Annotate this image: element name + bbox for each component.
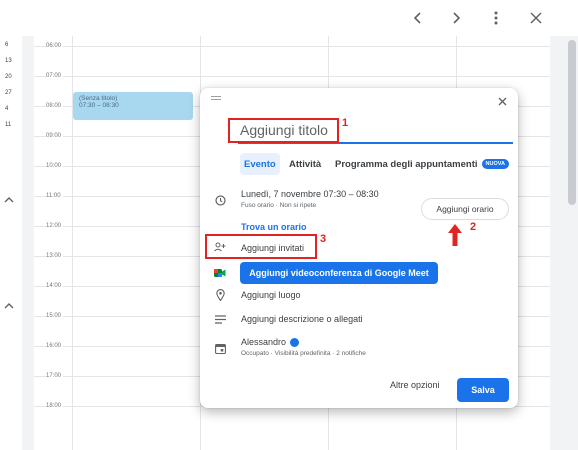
event-chip[interactable]: (Senza titolo) 07:30 – 08:30 — [73, 92, 193, 120]
add-time-button[interactable]: Aggiungi orario — [421, 198, 509, 220]
hour-label: 18:00 — [46, 403, 64, 409]
hour-label: 14:00 — [46, 283, 64, 289]
annotation-number-1: 1 — [342, 117, 349, 129]
annotation-arrow-up-icon — [448, 224, 462, 251]
chevron-up-icon[interactable] — [4, 296, 14, 314]
chevron-left-icon[interactable] — [404, 4, 432, 32]
location-pin-icon — [214, 289, 226, 301]
hour-row: 06:00 — [34, 43, 550, 76]
tab-label: Attività — [289, 158, 322, 170]
hour-label: 13:00 — [46, 253, 64, 259]
hour-label: 09:00 — [46, 133, 64, 139]
tab-evento[interactable]: Evento — [240, 153, 280, 175]
hour-label: 15:00 — [46, 313, 64, 319]
event-chip-title: (Senza titolo) — [79, 95, 118, 102]
clock-icon — [214, 194, 226, 206]
dialog-close-icon[interactable] — [494, 93, 510, 109]
hour-label: 10:00 — [46, 163, 64, 169]
hour-label: 12:00 — [46, 223, 64, 229]
mini-calendar-strip: 6 13 20 27 4 11 — [0, 36, 22, 450]
hour-label: 17:00 — [46, 373, 64, 379]
tab-programma-appuntamenti[interactable]: Programma degli appuntamenti NUOVA — [331, 153, 513, 175]
calendar-owner-name: Alessandro — [241, 337, 287, 347]
scrollbar-thumb[interactable] — [568, 40, 576, 205]
event-create-dialog: 1 Evento Attività Programma degli appunt… — [200, 88, 518, 408]
calendar-color-dot — [290, 338, 300, 348]
chevron-up-icon[interactable] — [4, 190, 14, 208]
hour-label: 07:00 — [46, 73, 64, 79]
hour-row: 18:00 — [34, 403, 550, 436]
annotation-box-3 — [205, 234, 317, 259]
hour-label: 11:00 — [46, 193, 63, 199]
mini-date[interactable]: 4 — [5, 106, 8, 112]
new-badge: NUOVA — [481, 159, 509, 169]
hour-label: 06:00 — [46, 43, 64, 49]
add-google-meet-button[interactable]: Aggiungi videoconferenza di Google Meet — [240, 262, 438, 284]
hour-label: 08:00 — [46, 103, 64, 109]
calendar-details[interactable]: Occupato · Visibilità predefinita · 2 no… — [241, 350, 366, 357]
mini-date[interactable]: 20 — [5, 74, 12, 80]
drag-handle-icon[interactable] — [211, 96, 221, 100]
close-icon[interactable] — [522, 4, 550, 32]
hour-label: 16:00 — [46, 343, 64, 349]
calendar-owner[interactable]: Alessandro — [241, 337, 300, 348]
google-meet-icon — [214, 267, 226, 279]
add-location-field[interactable]: Aggiungi luogo — [241, 290, 301, 300]
annotation-number-3: 3 — [320, 233, 327, 245]
chevron-right-icon[interactable] — [442, 4, 470, 32]
mini-date[interactable]: 13 — [5, 58, 12, 64]
annotation-box-1 — [228, 118, 339, 143]
top-toolbar — [0, 0, 578, 36]
mini-date[interactable]: 6 — [5, 42, 8, 48]
tab-label: Evento — [244, 158, 276, 170]
calendar-icon — [214, 342, 226, 354]
annotation-number-2: 2 — [470, 221, 477, 233]
find-time-link[interactable]: Trova un orario — [241, 222, 307, 232]
tab-attivita[interactable]: Attività — [285, 153, 325, 175]
description-icon — [214, 313, 226, 325]
mini-date[interactable]: 11 — [5, 122, 11, 128]
timezone-note[interactable]: Fuso orario · Non si ripete — [241, 202, 316, 209]
more-vert-icon[interactable] — [482, 4, 510, 32]
event-datetime[interactable]: Lunedì, 7 novembre 07:30 – 08:30 — [241, 189, 379, 199]
add-description-field[interactable]: Aggiungi descrizione o allegati — [241, 314, 363, 324]
tab-label: Programma degli appuntamenti — [335, 158, 478, 170]
mini-date[interactable]: 27 — [5, 90, 12, 96]
more-options-button[interactable]: Altre opzioni — [390, 380, 440, 390]
event-chip-time: 07:30 – 08:30 — [79, 102, 119, 109]
save-button[interactable]: Salva — [457, 378, 509, 402]
